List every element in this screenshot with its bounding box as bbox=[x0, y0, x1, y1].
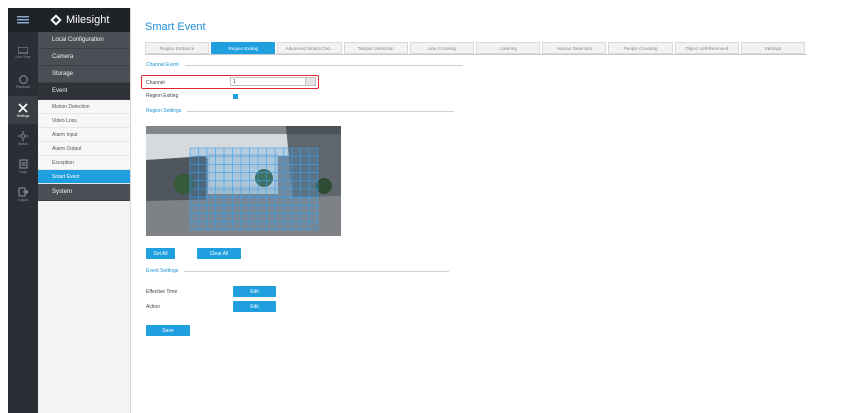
tab-object-left-removed[interactable]: Object Left/Removed bbox=[674, 42, 739, 54]
menu-storage[interactable]: Storage bbox=[38, 66, 130, 83]
hamburger-icon bbox=[17, 16, 29, 24]
brand-name: Milesight bbox=[66, 14, 110, 26]
tab-tamper-detection[interactable]: Tamper Detection bbox=[343, 42, 408, 54]
effective-time-label: Effective Time bbox=[146, 289, 178, 295]
effective-time-edit-button[interactable]: Edit bbox=[233, 286, 276, 297]
playback-icon bbox=[18, 75, 28, 84]
section-region-settings: Region Settings bbox=[146, 108, 455, 114]
section-channel-event-title: Channel Event bbox=[146, 62, 179, 68]
channel-select-value: 1 bbox=[233, 78, 236, 85]
section-divider bbox=[187, 110, 455, 112]
clear-all-button[interactable]: Clear All bbox=[197, 248, 241, 259]
menu-toggle[interactable] bbox=[8, 8, 38, 32]
logout-icon bbox=[18, 187, 28, 196]
tab-people-counting[interactable]: People Counting bbox=[608, 42, 673, 54]
rail-playback[interactable]: Playback bbox=[8, 68, 38, 96]
set-all-button[interactable]: Set All bbox=[146, 248, 175, 259]
menu-smart-event[interactable]: Smart Event bbox=[38, 170, 130, 184]
region-exiting-label: Region Exiting bbox=[146, 93, 179, 99]
rail-settings-label: Settings bbox=[16, 113, 30, 118]
menu-local-configuration[interactable]: Local Configuration bbox=[38, 32, 130, 49]
brand-logo: Milesight bbox=[38, 8, 130, 32]
tab-human-detection[interactable]: Human Detection bbox=[542, 42, 607, 54]
status-icon bbox=[18, 130, 28, 141]
region-exiting-checkbox[interactable] bbox=[233, 94, 238, 99]
rail-live-view-label: Live View bbox=[15, 55, 31, 59]
rail-logout[interactable]: Logout bbox=[8, 180, 38, 208]
rail-logs[interactable]: Logs bbox=[8, 152, 38, 180]
chevron-down-icon bbox=[305, 78, 315, 85]
section-event-settings-title: Event Settings bbox=[146, 268, 179, 274]
menu-camera[interactable]: Camera bbox=[38, 49, 130, 66]
save-button[interactable]: Save bbox=[146, 325, 190, 336]
channel-select[interactable]: 1 bbox=[230, 77, 316, 86]
tab-line-crossing[interactable]: Line Crossing bbox=[409, 42, 475, 54]
rail-status[interactable]: Status bbox=[8, 124, 38, 152]
menu-event[interactable]: Event bbox=[38, 83, 130, 100]
section-channel-event: Channel Event bbox=[146, 62, 463, 68]
rail-status-label: Status bbox=[18, 141, 28, 146]
rail-logout-label: Logout bbox=[17, 197, 29, 202]
action-label: Action bbox=[146, 304, 160, 310]
tab-advanced-motion-detection[interactable]: Advanced Motion Det... bbox=[277, 42, 342, 54]
rail-live-view[interactable]: Live View bbox=[8, 38, 38, 68]
tab-bar: Region Entrance Region Exiting Advanced … bbox=[145, 42, 807, 55]
section-event-settings: Event Settings bbox=[146, 268, 450, 274]
menu-exception[interactable]: Exception bbox=[38, 156, 130, 170]
tab-region-entrance[interactable]: Region Entrance bbox=[145, 42, 210, 54]
region-video-preview[interactable] bbox=[146, 126, 341, 236]
action-edit-button[interactable]: Edit bbox=[233, 301, 276, 312]
tools-icon bbox=[18, 102, 28, 113]
camera-scene-with-grid bbox=[146, 126, 341, 236]
menu-alarm-input[interactable]: Alarm Input bbox=[38, 128, 130, 142]
menu-video-loss[interactable]: Video Loss bbox=[38, 114, 130, 128]
section-divider bbox=[184, 64, 463, 66]
rail-playback-label: Playback bbox=[15, 85, 31, 89]
main-panel: Smart Event Region Entrance Region Exiti… bbox=[131, 8, 842, 413]
tab-loitering[interactable]: Loitering bbox=[476, 42, 541, 54]
menu-system[interactable]: System bbox=[38, 184, 130, 201]
tab-region-exiting[interactable]: Region Exiting bbox=[211, 42, 276, 54]
rail-logs-label: Logs bbox=[19, 169, 27, 174]
logs-icon bbox=[19, 159, 27, 168]
tab-settings[interactable]: Settings bbox=[740, 42, 806, 54]
menu-alarm-output[interactable]: Alarm Output bbox=[38, 142, 130, 156]
rail-settings[interactable]: Settings bbox=[8, 96, 38, 124]
section-region-settings-title: Region Settings bbox=[146, 108, 182, 114]
milesight-logo-icon bbox=[50, 14, 62, 26]
icon-rail: Live View Playback Settings Status Logs … bbox=[8, 8, 38, 413]
section-divider bbox=[184, 270, 450, 272]
page-title: Smart Event bbox=[145, 21, 206, 33]
channel-label: Channel bbox=[146, 80, 165, 86]
live-view-icon bbox=[18, 47, 28, 54]
menu-motion-detection[interactable]: Motion Detection bbox=[38, 100, 130, 114]
sidebar: Milesight Local Configuration Camera Sto… bbox=[38, 8, 131, 413]
